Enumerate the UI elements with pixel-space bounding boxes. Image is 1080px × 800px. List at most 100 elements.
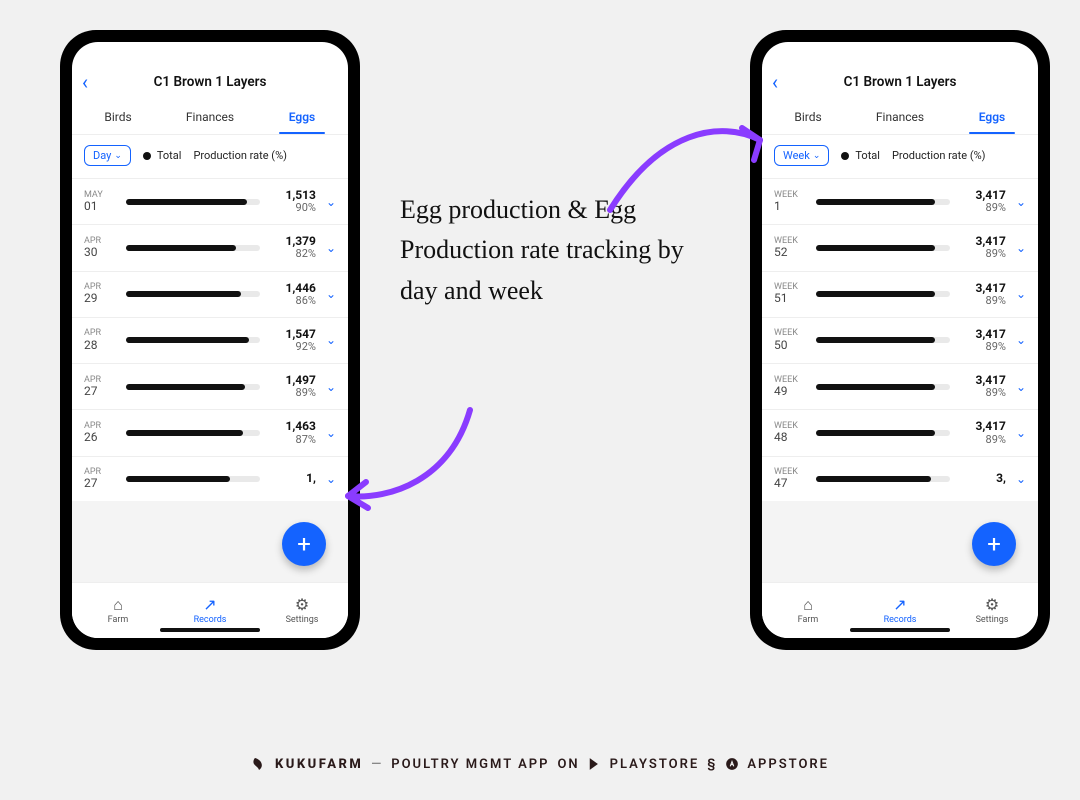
period-filter-label: Week [783,149,810,162]
tab-eggs[interactable]: Eggs [256,102,348,134]
tab-birds[interactable]: Birds [762,102,854,134]
row-period: WEEK47 [774,467,806,491]
nav-farm[interactable]: ⌂ Farm [72,583,164,638]
row-values: 1,49789% [270,374,316,399]
list-row[interactable]: APR26 1,46387% ⌄ [72,409,348,455]
row-values: 3,41789% [960,189,1006,214]
tabs: Birds Finances Eggs [72,102,348,135]
row-values: 3, [960,472,1006,485]
list-row[interactable]: WEEK513,41789%⌄ [762,271,1038,317]
tab-birds[interactable]: Birds [72,102,164,134]
row-values: 1,44686% [270,282,316,307]
row-period: APR27 [84,375,116,399]
list-row[interactable]: APR27 1, ⌄ [72,456,348,501]
production-bar [126,245,260,251]
tab-eggs[interactable]: Eggs [946,102,1038,134]
production-bar-fill [126,476,230,482]
settings-icon: ⚙ [295,597,309,613]
list-row[interactable]: WEEK523,41789%⌄ [762,224,1038,270]
production-bar [816,245,950,251]
kukufarm-logo-icon [251,756,267,772]
chevron-down-icon[interactable]: ⌄ [326,287,336,301]
period-filter-dropdown[interactable]: Week ⌄ [774,145,829,166]
legend-dot-icon [143,152,151,160]
chevron-down-icon[interactable]: ⌄ [326,333,336,347]
production-bar [126,337,260,343]
row-period: APR28 [84,328,116,352]
chevron-down-icon[interactable]: ⌄ [326,195,336,209]
chevron-down-icon[interactable]: ⌄ [1016,472,1026,486]
production-bar [126,384,260,390]
production-bar-fill [816,291,935,297]
nav-settings[interactable]: ⚙ Settings [946,583,1038,638]
marketing-footer: KUKUFARM — POULTRY MGMT APP ON PLAYSTORE… [0,756,1080,772]
footer-brand: KUKUFARM [275,757,363,772]
row-values: 3,41789% [960,235,1006,260]
list-row[interactable]: WEEK503,41789%⌄ [762,317,1038,363]
footer-playstore[interactable]: PLAYSTORE [610,757,700,772]
list-row[interactable]: WEEK1 3,41789% ⌄ [762,178,1038,224]
annotation-text: Egg production & Egg Production rate tra… [400,190,700,311]
add-record-fab[interactable]: + [282,522,326,566]
list-row[interactable]: MAY01 1,51390% ⌄ [72,178,348,224]
row-values: 1, [270,472,316,485]
row-period: APR27 [84,467,116,491]
footer-tagline: POULTRY MGMT APP [391,757,549,772]
tab-finances[interactable]: Finances [854,102,946,134]
chevron-down-icon[interactable]: ⌄ [1016,195,1026,209]
legend-total: Total [841,149,880,162]
egg-production-list[interactable]: WEEK13,41789%⌄WEEK523,41789%⌄WEEK513,417… [762,178,1038,638]
chevron-down-icon[interactable]: ⌄ [326,241,336,255]
farm-icon: ⌂ [803,597,813,613]
nav-settings[interactable]: ⚙ Settings [256,583,348,638]
row-period: MAY01 [84,190,116,214]
footer-appstore[interactable]: APPSTORE [747,757,829,772]
production-bar [126,199,260,205]
page-title: C1 Brown 1 Layers [772,74,1028,90]
row-period: WEEK1 [774,190,806,214]
chevron-down-icon[interactable]: ⌄ [326,472,336,486]
period-filter-dropdown[interactable]: Day ⌄ [84,145,131,166]
chevron-down-icon[interactable]: ⌄ [1016,241,1026,255]
tab-finances[interactable]: Finances [164,102,256,134]
list-row[interactable]: APR291,44686%⌄ [72,271,348,317]
add-record-fab[interactable]: + [972,522,1016,566]
production-bar [816,384,950,390]
plus-icon: + [297,530,311,558]
chevron-down-icon[interactable]: ⌄ [1016,380,1026,394]
chevron-down-icon[interactable]: ⌄ [326,426,336,440]
chevron-down-icon[interactable]: ⌄ [326,380,336,394]
list-row[interactable]: APR281,54792%⌄ [72,317,348,363]
row-values: 1,46387% [270,420,316,445]
production-bar [126,430,260,436]
chevron-down-icon[interactable]: ⌄ [1016,426,1026,440]
tabs: Birds Finances Eggs [762,102,1038,135]
chevron-down-icon[interactable]: ⌄ [1016,287,1026,301]
list-row[interactable]: APR30 1,37982% ⌄ [72,224,348,270]
production-bar [126,476,260,482]
row-values: 1,51390% [270,189,316,214]
chevron-down-icon[interactable]: ⌄ [1016,333,1026,347]
list-row[interactable]: WEEK47 3, ⌄ [762,456,1038,501]
row-values: 1,37982% [270,235,316,260]
row-period: WEEK48 [774,421,806,445]
list-row[interactable]: WEEK483,41789%⌄ [762,409,1038,455]
production-bar [816,337,950,343]
nav-farm[interactable]: ⌂ Farm [762,583,854,638]
settings-icon: ⚙ [985,597,999,613]
row-period: APR30 [84,236,116,260]
row-period: APR26 [84,421,116,445]
list-row[interactable]: APR27 1,49789% ⌄ [72,363,348,409]
production-bar-fill [816,476,931,482]
production-bar-fill [126,384,245,390]
row-period: WEEK50 [774,328,806,352]
egg-production-list[interactable]: MAY011,51390%⌄APR301,37982%⌄APR291,44686… [72,178,348,638]
footer-separator: — [371,757,383,772]
list-row[interactable]: WEEK493,41789%⌄ [762,363,1038,409]
row-values: 3,41789% [960,282,1006,307]
status-bar [762,42,1038,64]
production-bar-fill [816,384,935,390]
production-bar-fill [816,245,935,251]
legend-total: Total [143,149,182,162]
page-title: C1 Brown 1 Layers [82,74,338,90]
